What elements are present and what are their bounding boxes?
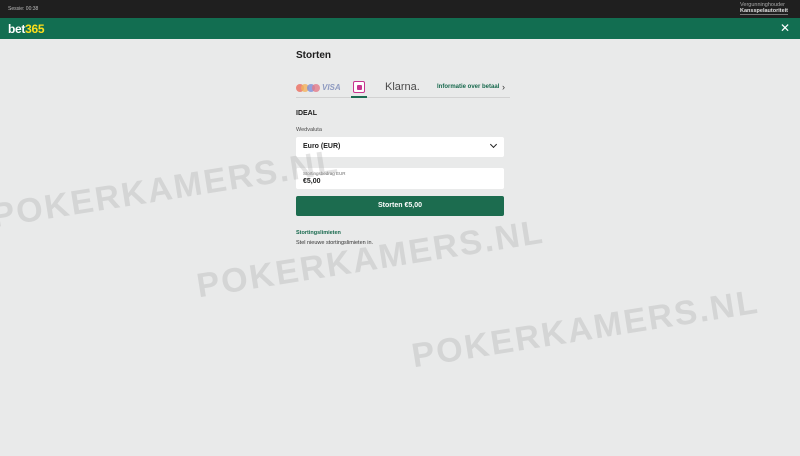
payment-methods-tabs: VISA Klarna. Informatie over betaal ›	[296, 80, 510, 98]
chevron-right-icon[interactable]: ›	[502, 82, 505, 100]
license-info: Vergunninghouder Kansspelautoriteit	[740, 2, 788, 15]
header: bet365 ✕	[0, 18, 800, 39]
deposit-panel: Storten	[296, 50, 504, 61]
active-tab-indicator	[351, 96, 367, 98]
ideal-icon[interactable]	[353, 81, 365, 93]
license-line2: Kansspelautoriteit	[740, 8, 788, 15]
currency-value: Euro (EUR)	[303, 143, 341, 150]
amount-value: €5,00	[303, 178, 321, 185]
page-title: Storten	[296, 50, 331, 61]
session-timer: Sessie: 00:38	[8, 6, 39, 12]
deposit-limits-link[interactable]: Stortingslimieten	[296, 230, 341, 236]
close-icon[interactable]: ✕	[780, 21, 790, 35]
logo-main: bet	[8, 22, 26, 36]
payment-info-link[interactable]: Informatie over betaal	[437, 84, 499, 102]
logo-number: 365	[25, 22, 45, 36]
logo: bet365	[8, 22, 45, 36]
currency-select[interactable]: Euro (EUR)	[296, 137, 504, 157]
visa-method[interactable]: VISA	[322, 83, 341, 101]
deposit-button[interactable]: Storten €5,00	[296, 196, 504, 216]
watermark: POKERKAMERS.NL	[409, 282, 762, 376]
deposit-limits-text: Stel nieuwe stortingslimieten in.	[296, 240, 374, 246]
watermark: POKERKAMERS.NL	[0, 142, 342, 236]
section-label-ideal: IDEAL	[296, 110, 317, 117]
top-bar: Sessie: 00:38 Vergunninghouder Kansspela…	[0, 0, 800, 18]
watermark: POKERKAMERS.NL	[194, 212, 547, 306]
klarna-method[interactable]: Klarna.	[385, 81, 420, 99]
chevron-down-icon	[489, 140, 498, 149]
amount-input[interactable]: Stortingsbedrag EUR €5,00	[296, 168, 504, 189]
amount-label: Stortingsbedrag EUR	[303, 171, 346, 176]
maestro-icon[interactable]	[307, 84, 323, 92]
currency-label: Wedvaluta	[296, 127, 322, 133]
